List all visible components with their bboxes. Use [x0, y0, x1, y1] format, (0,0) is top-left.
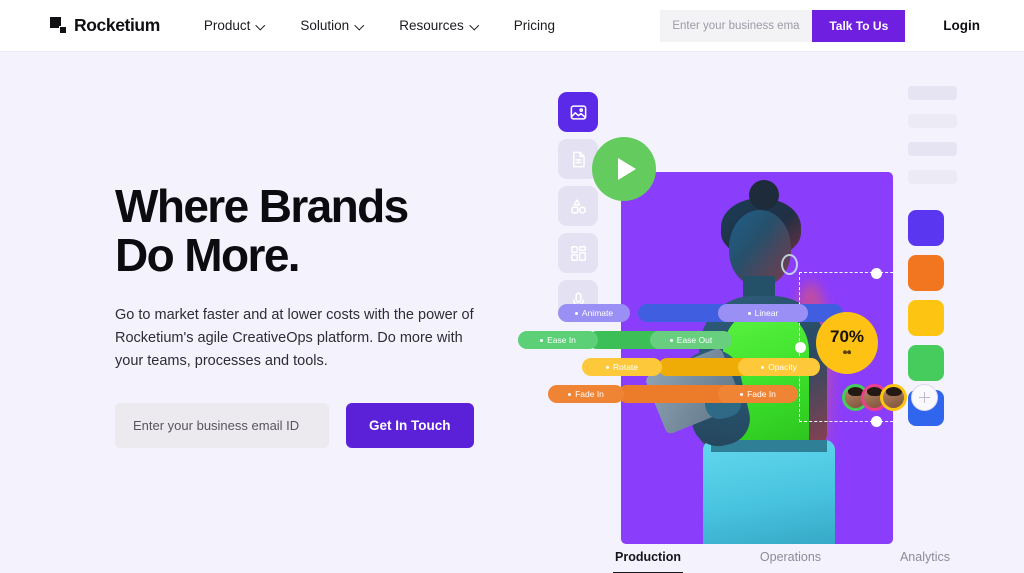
document-icon [569, 150, 588, 169]
timeline-chip-label: Animate [581, 308, 614, 318]
nav-item-label: Pricing [513, 18, 555, 33]
play-icon [618, 158, 636, 180]
tool-grid[interactable] [558, 233, 598, 273]
image-icon [569, 103, 588, 122]
timeline-row: Rotate Opacity [510, 358, 990, 376]
collaborator-avatars [842, 384, 938, 411]
hero-illustration: Animate Linear Ease In Ease Out Rotate O… [510, 64, 990, 573]
page-title: Where Brands Do More. [115, 182, 515, 280]
nav-item-label: Resources [399, 18, 464, 33]
timeline-chip[interactable]: Opacity [738, 358, 820, 376]
nav-item-pricing[interactable]: Pricing [514, 18, 555, 33]
timeline-chip-label: Linear [754, 308, 779, 318]
timeline-chip[interactable]: Animate [558, 304, 630, 322]
play-button[interactable] [592, 137, 656, 201]
hero-copy: Where Brands Do More. Go to market faste… [115, 182, 515, 448]
resize-handle-bottom[interactable] [871, 415, 882, 427]
timeline-chip[interactable]: Ease In [518, 331, 598, 349]
timeline-chip[interactable]: Linear [718, 304, 808, 322]
badge-value: 70% [829, 327, 865, 346]
logo[interactable]: Rocketium [50, 15, 160, 36]
timeline-chip-label: Fade In [747, 389, 776, 399]
illustration-tabs: Production Operations Analytics [613, 550, 950, 573]
hero-section: Where Brands Do More. Go to market faste… [0, 52, 1024, 573]
timeline-chip-label: Rotate [612, 362, 639, 372]
resize-handle-top[interactable] [871, 267, 882, 279]
tool-shapes[interactable] [558, 186, 598, 226]
placeholder-bar [908, 170, 957, 184]
swatch-purple[interactable] [908, 210, 944, 246]
header-actions: Talk To Us Login [660, 9, 980, 42]
tab-operations[interactable]: Operations [760, 550, 821, 573]
tab-analytics[interactable]: Analytics [900, 550, 950, 573]
timeline-chip[interactable]: Fade In [718, 385, 798, 403]
placeholder-bar [908, 86, 957, 100]
timeline-chip[interactable]: Fade In [548, 385, 624, 403]
hero-email-input[interactable] [115, 402, 329, 448]
timeline-chip-label: Fade In [575, 389, 604, 399]
rocketium-logo-icon [50, 17, 67, 34]
talk-to-us-button[interactable]: Talk To Us [812, 9, 906, 42]
get-in-touch-button[interactable]: Get In Touch [346, 402, 474, 448]
chevron-down-icon [471, 21, 480, 30]
logo-text: Rocketium [74, 15, 160, 35]
login-link[interactable]: Login [943, 18, 980, 33]
avatar-3[interactable] [880, 384, 907, 411]
tool-image[interactable] [558, 92, 598, 132]
timeline-chip-label: Opacity [768, 362, 797, 372]
tab-production[interactable]: Production [613, 550, 683, 573]
hero-signup-form: Get In Touch [115, 402, 515, 448]
timeline-row: Animate Linear [510, 304, 990, 322]
timeline-chip[interactable]: Rotate [582, 358, 662, 376]
chevron-down-icon [257, 21, 266, 30]
nav-item-resources[interactable]: Resources [399, 18, 480, 33]
badge-subtext: ๏๏ [842, 349, 852, 356]
swatch-orange[interactable] [908, 255, 944, 291]
timeline-row: Ease In Ease Out [510, 331, 990, 349]
main-nav: Product Solution Resources Pricing [204, 18, 555, 33]
shapes-icon [569, 197, 588, 216]
add-collaborator-button[interactable] [911, 384, 938, 411]
hero-title-line-2: Do More. [115, 228, 301, 281]
timeline-chip[interactable]: Ease Out [650, 331, 732, 349]
status-badge: 70% ๏๏ [816, 312, 878, 374]
placeholder-bar [908, 114, 957, 128]
site-header: Rocketium Product Solution Resources Pri… [0, 0, 1024, 52]
chevron-down-icon [356, 21, 365, 30]
nav-item-label: Solution [300, 18, 350, 33]
nav-item-label: Product [203, 18, 251, 33]
grid-icon [569, 244, 588, 263]
hero-title-line-1: Where Brands [115, 180, 409, 232]
editor-toolbar [558, 92, 598, 320]
timeline-chip-label: Ease In [547, 335, 576, 345]
nav-item-solution[interactable]: Solution [300, 18, 365, 33]
header-email-input[interactable] [660, 9, 813, 42]
placeholder-bar [908, 142, 957, 156]
nav-item-product[interactable]: Product [204, 18, 267, 33]
hero-subtitle: Go to market faster and at lower costs w… [115, 306, 474, 370]
timeline-chip-label: Ease Out [676, 335, 713, 345]
